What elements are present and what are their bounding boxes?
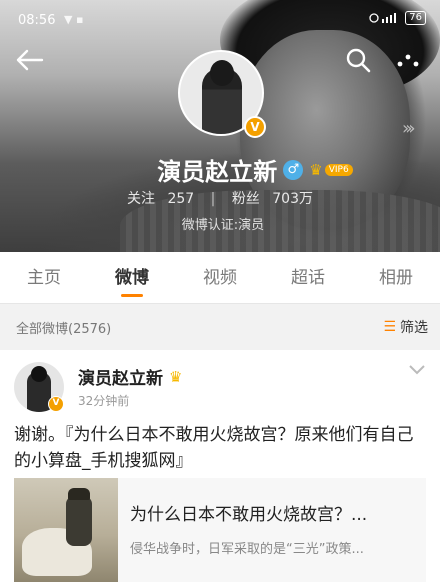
- filter-icon: ☰: [383, 319, 396, 335]
- post-text: 谢谢。『为什么日本不敢用火烧故宫？原来他们有自己的小算盘_手机搜狐网』: [14, 425, 414, 471]
- fans-label: 粉丝: [231, 191, 260, 207]
- chevron-down-icon[interactable]: [408, 364, 426, 376]
- following-count: 257: [167, 191, 195, 207]
- certification-text: 微博认证:演员: [181, 218, 265, 233]
- filter-label: 筛选: [400, 320, 428, 336]
- post-author[interactable]: 演员赵立新 ♛: [78, 364, 183, 390]
- double-chevron-right-icon: ›››: [402, 118, 415, 139]
- search-icon[interactable]: [344, 46, 372, 74]
- more-icon[interactable]: [396, 52, 420, 68]
- tab-album[interactable]: 相册: [352, 252, 440, 303]
- vip-crown-icon: ♛: [169, 367, 183, 386]
- post-author-name: 演员赵立新: [78, 369, 163, 389]
- profile-name: 演员赵立新: [157, 158, 278, 186]
- status-bar: 08:56 ▼ ▪ 76: [0, 0, 440, 36]
- status-right: 76: [369, 11, 426, 25]
- tab-super-topic[interactable]: 超话: [264, 252, 352, 303]
- profile-stats: 关注 257 | 粉丝 703万: [0, 188, 440, 208]
- thumbnail-rider: [66, 496, 92, 546]
- article-description: 侵华战争时，日军采取的是“三光”政策...: [130, 542, 364, 557]
- thumbnail-cap: [68, 488, 90, 500]
- status-time: 08:56: [18, 13, 56, 28]
- avatar-head: [210, 60, 234, 86]
- verified-icon: V: [48, 396, 64, 412]
- vip-crown-icon: ♛: [309, 160, 323, 179]
- network-icon: ▼ ▪: [64, 13, 84, 26]
- back-arrow-icon[interactable]: [14, 46, 46, 74]
- tab-video[interactable]: 视频: [176, 252, 264, 303]
- vip-level: VIP6: [324, 163, 353, 176]
- article-title: 为什么日本不敢用火烧故宫？...: [130, 505, 368, 525]
- signal-icon: [369, 13, 397, 23]
- all-posts-count: 全部微博(2576): [16, 321, 112, 337]
- filter-button[interactable]: ☰ 筛选: [383, 317, 428, 337]
- gender-male-icon: ♂: [283, 159, 304, 180]
- verified-icon: V: [244, 116, 266, 138]
- profile-name-row: 演员赵立新 ♂ ♛ VIP6: [0, 152, 440, 187]
- battery-indicator: 76: [405, 11, 426, 25]
- following-label: 关注: [127, 191, 155, 207]
- tab-weibo[interactable]: 微博: [88, 252, 176, 303]
- profile-page: 08:56 ▼ ▪ 76 ››› V 演员赵立新 ♂ ♛ VIP6 关注 257…: [0, 0, 440, 588]
- fans-count: 703万: [272, 191, 313, 207]
- profile-tabs: 主页 微博 视频 超话 相册: [0, 252, 440, 304]
- post-time: 32分钟前: [78, 394, 130, 408]
- article-link-card[interactable]: 为什么日本不敢用火烧故宫？... 侵华战争时，日军采取的是“三光”政策...: [14, 478, 426, 582]
- stats-separator: |: [210, 191, 216, 207]
- vip-badge[interactable]: ♛ VIP6: [309, 160, 353, 179]
- tab-home[interactable]: 主页: [0, 252, 88, 303]
- feed-filter-bar: 全部微博(2576) ☰ 筛选: [0, 312, 440, 342]
- article-thumbnail: [14, 478, 118, 582]
- post-card: V 演员赵立新 ♛ 32分钟前 谢谢。『为什么日本不敢用火烧故宫？原来他们有自己…: [0, 350, 440, 588]
- avatar-head: [31, 366, 47, 382]
- fans-stat[interactable]: 粉丝 703万: [228, 191, 317, 207]
- following-stat[interactable]: 关注 257: [123, 191, 198, 207]
